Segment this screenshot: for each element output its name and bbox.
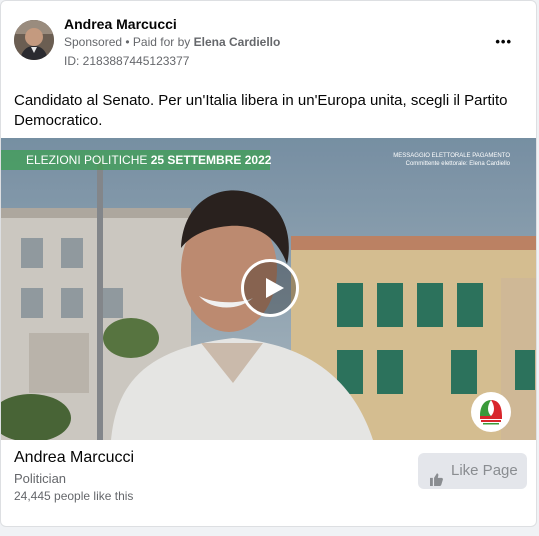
- thumbs-up-icon: [430, 464, 443, 500]
- ad-id: ID: 2183887445123377: [64, 54, 190, 68]
- ad-card: Andrea Marcucci Sponsored • Paid for by …: [0, 0, 537, 527]
- electoral-disclaimer: MESSAGGIO ELETTORALE PAGAMENTO Committen…: [390, 152, 510, 168]
- party-logo: [471, 392, 511, 432]
- author-name[interactable]: Andrea Marcucci: [64, 16, 177, 32]
- page-name[interactable]: Andrea Marcucci: [14, 449, 134, 467]
- like-page-label: Like Page: [451, 462, 518, 479]
- paid-by-name[interactable]: Elena Cardiello: [194, 35, 281, 49]
- banner-date: 25 SETTEMBRE 2022: [150, 153, 272, 167]
- page-category: Politician: [14, 471, 67, 486]
- sponsored-label: Sponsored: [64, 35, 123, 49]
- video-player[interactable]: ELEZIONI POLITICHE 25 SETTEMBRE 2022 MES…: [1, 138, 536, 440]
- page-likes-count: 24,445 people like this: [14, 489, 134, 503]
- disclaimer-line-2: Committente elettorale: Elena Cardiello: [405, 161, 510, 167]
- disclaimer-line-1: MESSAGGIO ELETTORALE PAGAMENTO: [393, 153, 510, 159]
- author-avatar[interactable]: [14, 20, 54, 60]
- sponsor-line: Sponsored • Paid for by Elena Cardiello: [64, 35, 280, 49]
- like-page-button[interactable]: Like Page: [418, 453, 527, 489]
- banner-text: ELEZIONI POLITICHE: [26, 153, 151, 167]
- post-text: Candidato al Senato. Per un'Italia liber…: [14, 92, 508, 129]
- play-icon[interactable]: [241, 259, 299, 317]
- election-banner: ELEZIONI POLITICHE 25 SETTEMBRE 2022: [1, 150, 272, 170]
- paid-prefix: • Paid for by: [122, 35, 194, 49]
- more-options-icon[interactable]: •••: [495, 34, 512, 49]
